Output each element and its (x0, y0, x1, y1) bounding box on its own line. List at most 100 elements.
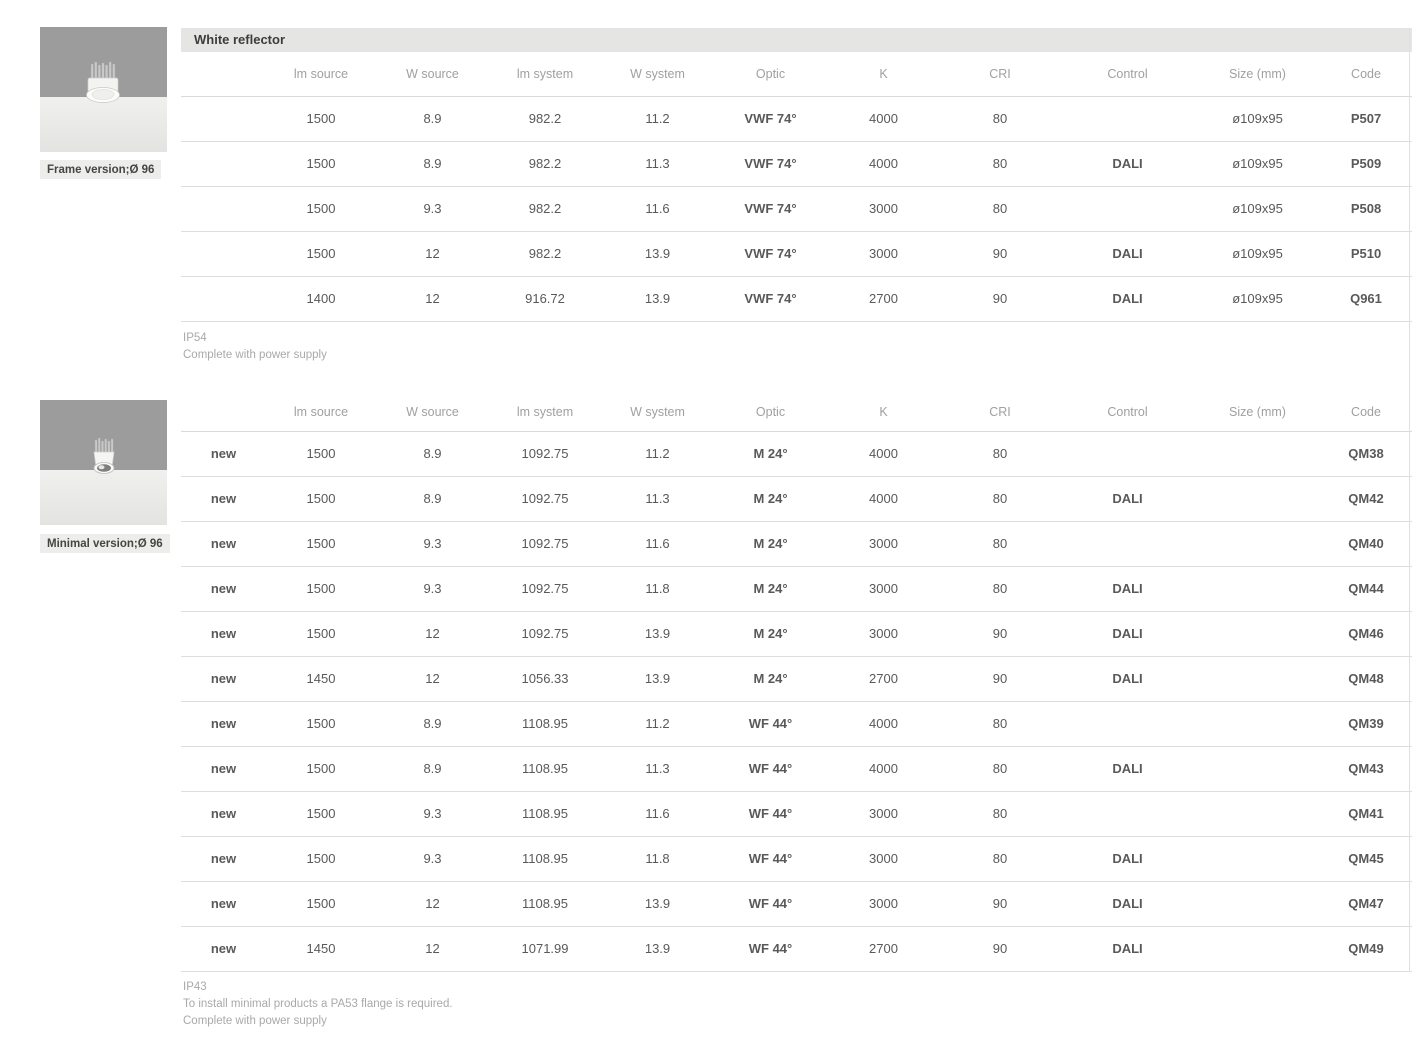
cell-cri: 90 (940, 881, 1060, 926)
cell-w-source: 8.9 (376, 701, 489, 746)
cell-k: 3000 (827, 521, 940, 566)
cell-size: ø109x95 (1195, 141, 1320, 186)
cell-w-system: 11.8 (601, 566, 714, 611)
cell-new-badge: new (181, 566, 266, 611)
table-row: 150012982.213.9VWF 74°300090DALIø109x95P… (181, 231, 1412, 276)
cell-w-system: 13.9 (601, 276, 714, 321)
cell-optic: VWF 74° (714, 96, 827, 141)
cell-cri: 90 (940, 656, 1060, 701)
cell-control (1060, 96, 1195, 141)
cell-lm-system: 982.2 (489, 141, 601, 186)
cell-control: DALI (1060, 231, 1195, 276)
cell-optic: VWF 74° (714, 276, 827, 321)
cell-w-system: 11.3 (601, 141, 714, 186)
cell-optic: WF 44° (714, 881, 827, 926)
col-header-cri: CRI (940, 393, 1060, 431)
cell-size: ø109x95 (1195, 96, 1320, 141)
cell-lm-source: 1500 (266, 141, 376, 186)
cell-code: QM49 (1320, 926, 1412, 971)
cell-w-system: 13.9 (601, 926, 714, 971)
cell-k: 3000 (827, 566, 940, 611)
cell-cri: 80 (940, 566, 1060, 611)
spec-table-frame-version: lm source W source lm system W system Op… (181, 52, 1412, 322)
cell-w-system: 11.6 (601, 791, 714, 836)
cell-size (1195, 611, 1320, 656)
cell-control: DALI (1060, 926, 1195, 971)
cell-code: QM46 (1320, 611, 1412, 656)
cell-control: DALI (1060, 141, 1195, 186)
cell-w-system: 11.3 (601, 746, 714, 791)
cell-lm-source: 1500 (266, 476, 376, 521)
cell-w-system: 11.2 (601, 701, 714, 746)
cell-code: QM48 (1320, 656, 1412, 701)
cell-lm-system: 982.2 (489, 231, 601, 276)
cell-optic: M 24° (714, 476, 827, 521)
table-row: 15008.9982.211.2VWF 74°400080ø109x95P507 (181, 96, 1412, 141)
cell-k: 3000 (827, 791, 940, 836)
cell-w-source: 12 (376, 926, 489, 971)
cell-lm-system: 1092.75 (489, 611, 601, 656)
cell-code: P507 (1320, 96, 1412, 141)
footnote-flange: To install minimal products a PA53 flang… (183, 996, 453, 1013)
cell-new-badge: new (181, 656, 266, 701)
cell-w-source: 8.9 (376, 141, 489, 186)
spec-table-minimal-version: lm source W source lm system W system Op… (181, 393, 1412, 972)
col-header-w-source: W source (376, 393, 489, 431)
cell-lm-source: 1500 (266, 566, 376, 611)
cell-w-system: 11.8 (601, 836, 714, 881)
col-header-blank (181, 52, 266, 96)
cell-k: 3000 (827, 231, 940, 276)
cell-control (1060, 701, 1195, 746)
cell-lm-source: 1500 (266, 881, 376, 926)
table-header-row: lm source W source lm system W system Op… (181, 393, 1412, 431)
cell-new-badge (181, 186, 266, 231)
cell-control: DALI (1060, 836, 1195, 881)
cell-code: QM47 (1320, 881, 1412, 926)
cell-optic: M 24° (714, 656, 827, 701)
col-header-control: Control (1060, 393, 1195, 431)
cell-size: ø109x95 (1195, 186, 1320, 231)
cell-lm-source: 1500 (266, 836, 376, 881)
section-title-white-reflector: White reflector (181, 28, 1412, 52)
cell-w-system: 13.9 (601, 881, 714, 926)
col-header-w-system: W system (601, 393, 714, 431)
cell-new-badge: new (181, 701, 266, 746)
cell-control: DALI (1060, 276, 1195, 321)
col-header-code: Code (1320, 393, 1412, 431)
cell-new-badge: new (181, 791, 266, 836)
cell-optic: M 24° (714, 611, 827, 656)
cell-lm-source: 1500 (266, 611, 376, 656)
cell-lm-source: 1500 (266, 186, 376, 231)
cell-lm-source: 1500 (266, 431, 376, 476)
cell-lm-system: 1108.95 (489, 881, 601, 926)
cell-k: 4000 (827, 96, 940, 141)
cell-control: DALI (1060, 611, 1195, 656)
cell-control: DALI (1060, 656, 1195, 701)
cell-cri: 90 (940, 611, 1060, 656)
cell-k: 4000 (827, 141, 940, 186)
footnote-ip-rating: IP54 (183, 330, 327, 347)
cell-w-system: 13.9 (601, 656, 714, 701)
cell-w-source: 12 (376, 656, 489, 701)
cell-optic: WF 44° (714, 701, 827, 746)
table-row: 15009.3982.211.6VWF 74°300080ø109x95P508 (181, 186, 1412, 231)
cell-lm-source: 1400 (266, 276, 376, 321)
cell-new-badge: new (181, 521, 266, 566)
col-header-lm-source: lm source (266, 52, 376, 96)
cell-optic: M 24° (714, 566, 827, 611)
cell-k: 4000 (827, 431, 940, 476)
cell-size (1195, 656, 1320, 701)
cell-new-badge: new (181, 881, 266, 926)
col-header-lm-source: lm source (266, 393, 376, 431)
cell-new-badge: new (181, 746, 266, 791)
cell-new-badge: new (181, 431, 266, 476)
col-header-optic: Optic (714, 393, 827, 431)
cell-lm-source: 1450 (266, 656, 376, 701)
col-header-k: K (827, 393, 940, 431)
cell-k: 4000 (827, 701, 940, 746)
cell-code: QM44 (1320, 566, 1412, 611)
downlight-fixture-icon (69, 61, 139, 121)
cell-k: 3000 (827, 186, 940, 231)
cell-lm-source: 1500 (266, 96, 376, 141)
cell-lm-system: 1092.75 (489, 431, 601, 476)
